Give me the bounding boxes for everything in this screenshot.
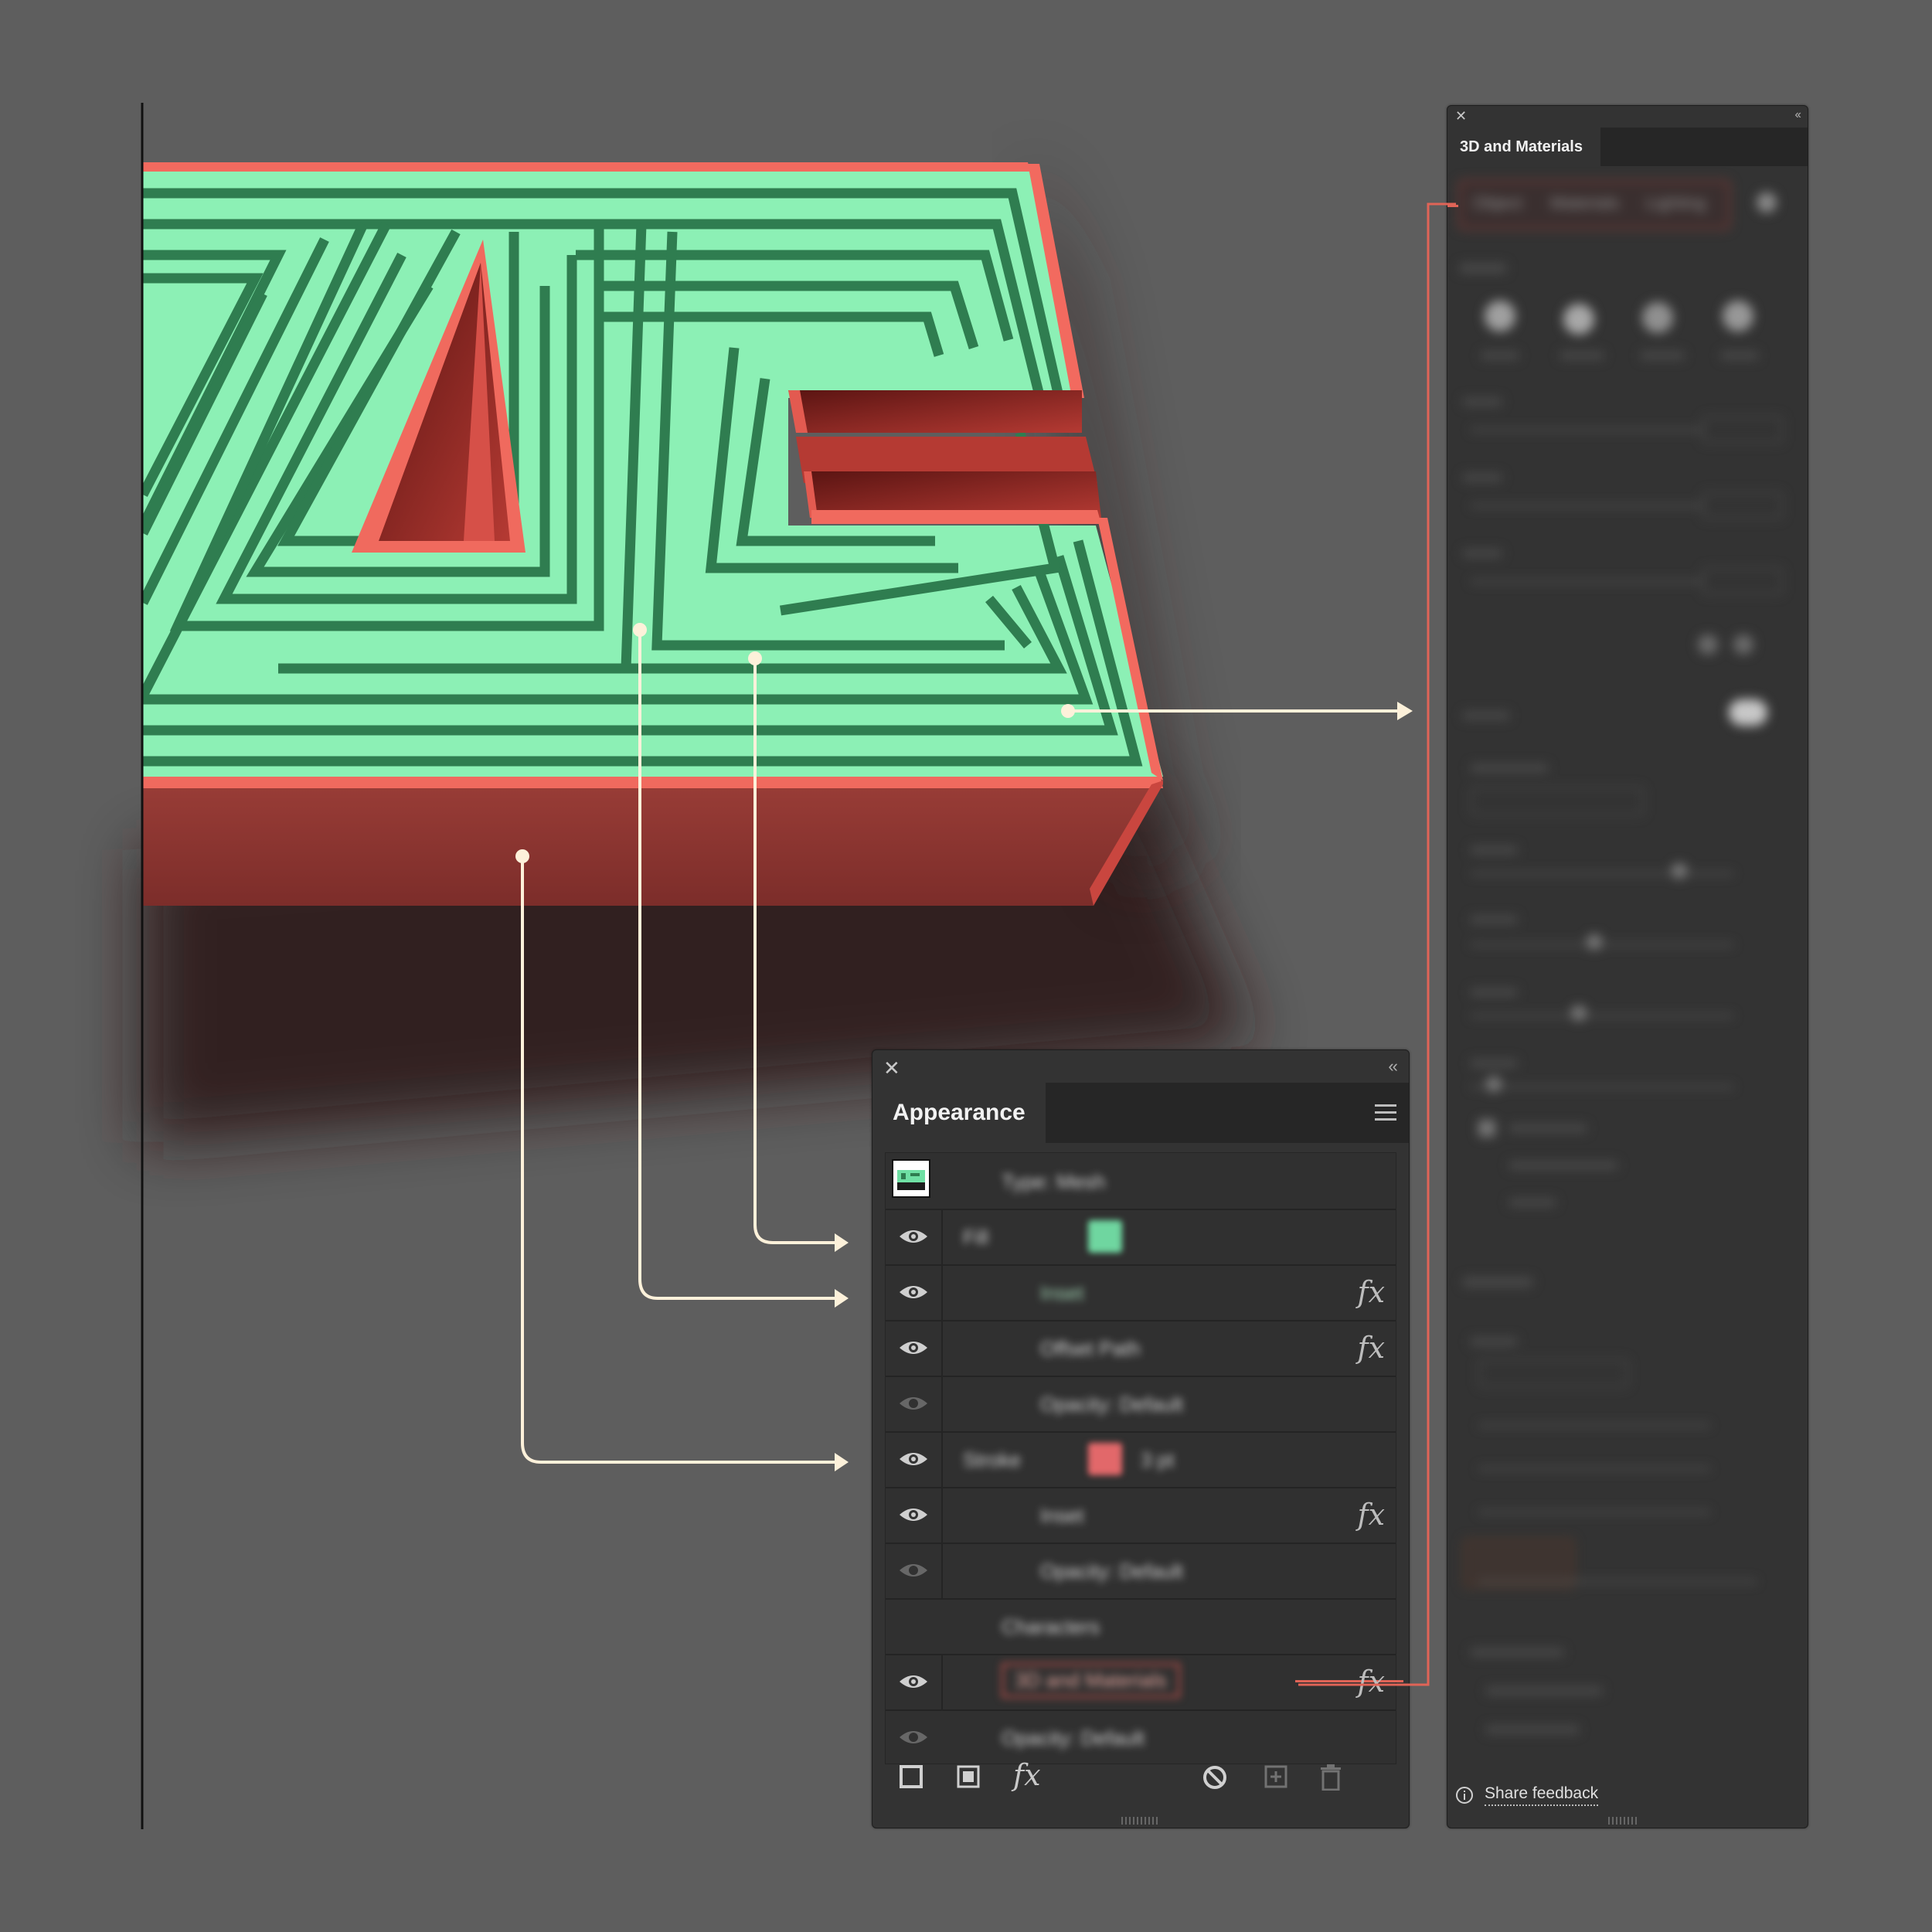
maze-slot-lower bbox=[804, 471, 1101, 524]
3d-tab-lighting[interactable]: Lighting bbox=[1646, 193, 1706, 213]
render-icon[interactable] bbox=[1757, 192, 1777, 213]
appearance-row-fill-inset[interactable]: Inset fx bbox=[886, 1264, 1396, 1321]
callout-dot-3d bbox=[1061, 704, 1075, 718]
eye-icon-dim[interactable] bbox=[896, 1560, 930, 1581]
3d-tab-object[interactable]: Object bbox=[1473, 193, 1522, 213]
appearance-row-characters[interactable]: Characters bbox=[886, 1598, 1396, 1655]
eye-icon[interactable] bbox=[896, 1337, 930, 1359]
share-feedback-label: Share feedback bbox=[1485, 1784, 1599, 1806]
panel-tab-strip: 3D and Materials bbox=[1447, 128, 1808, 166]
callout-arrow-3d bbox=[1397, 702, 1413, 720]
callout-arrow-stroke bbox=[835, 1453, 849, 1471]
fill-color-swatch[interactable] bbox=[1088, 1220, 1122, 1253]
appearance-row-stroke[interactable]: Stroke 3 pt bbox=[886, 1431, 1396, 1488]
appearance-row-label: Opacity: Default bbox=[1002, 1726, 1145, 1750]
appearance-row-stroke-inset[interactable]: Inset fx bbox=[886, 1487, 1396, 1544]
resize-grip-icon[interactable] bbox=[1121, 1817, 1160, 1825]
delete-item-icon[interactable] bbox=[1319, 1764, 1342, 1791]
fx-icon[interactable]: fx bbox=[1358, 1275, 1386, 1309]
eye-icon[interactable] bbox=[896, 1448, 930, 1470]
appearance-row-label: Fill bbox=[963, 1226, 989, 1249]
add-stroke-icon[interactable] bbox=[899, 1764, 923, 1789]
appearance-list: Type: Mesh Fill Inset fx Offset Path fx … bbox=[885, 1152, 1403, 1764]
appearance-row-label: 3D and Materials bbox=[1002, 1663, 1180, 1698]
close-icon[interactable]: ✕ bbox=[883, 1058, 900, 1078]
appearance-row-offset-path[interactable]: Offset Path fx bbox=[886, 1320, 1396, 1377]
appearance-panel: ✕ ‹‹ Appearance Type: Mesh Fill Inset fx… bbox=[872, 1049, 1410, 1828]
callout-dot-stroke bbox=[515, 849, 529, 863]
eye-icon[interactable] bbox=[896, 1671, 930, 1692]
clear-appearance-icon[interactable] bbox=[1202, 1764, 1228, 1791]
appearance-row-label: Characters bbox=[1002, 1615, 1100, 1638]
callout-arrow-fill bbox=[835, 1233, 849, 1252]
appearance-row-label: Type: Mesh bbox=[1002, 1170, 1106, 1193]
appearance-row-label: Opacity: Default bbox=[1040, 1560, 1183, 1583]
callout-dot-inset bbox=[633, 623, 647, 637]
tab-appearance[interactable]: Appearance bbox=[872, 1083, 1046, 1143]
duplicate-item-icon[interactable] bbox=[1264, 1764, 1288, 1789]
collapse-icon[interactable]: ‹‹ bbox=[1388, 1058, 1398, 1075]
fx-icon[interactable]: fx bbox=[1358, 1665, 1386, 1699]
maze-slot-upper bbox=[788, 390, 1097, 483]
appearance-row-fill[interactable]: Fill bbox=[886, 1209, 1396, 1266]
resize-grip-icon[interactable] bbox=[1608, 1817, 1639, 1825]
appearance-row-label: Inset bbox=[1040, 1504, 1084, 1527]
info-icon bbox=[1456, 1787, 1473, 1804]
eye-icon-dim[interactable] bbox=[896, 1726, 930, 1748]
maze-front-face bbox=[143, 779, 1163, 906]
eye-icon[interactable] bbox=[896, 1281, 930, 1303]
stroke-weight-value[interactable]: 3 pt bbox=[1141, 1448, 1174, 1472]
share-feedback-link[interactable]: Share feedback bbox=[1455, 1784, 1599, 1806]
appearance-row-stroke-opacity[interactable]: Opacity: Default bbox=[886, 1543, 1396, 1600]
appearance-row-label: Stroke bbox=[963, 1448, 1022, 1471]
eye-icon[interactable] bbox=[896, 1504, 930, 1526]
3d-tab-materials[interactable]: Materials bbox=[1550, 193, 1619, 213]
tab-3d-and-materials[interactable]: 3D and Materials bbox=[1447, 128, 1600, 166]
3d-tab-row: Object Materials Lighting bbox=[1458, 180, 1730, 230]
appearance-row-label: Offset Path bbox=[1040, 1337, 1141, 1360]
3d-materials-panel: ✕ ‹‹ 3D and Materials Object Materials L… bbox=[1447, 105, 1808, 1828]
3d-panel-blurred-content: Object Materials Lighting bbox=[1447, 180, 1808, 1781]
eye-icon-dim[interactable] bbox=[896, 1393, 930, 1414]
panel-menu-icon[interactable] bbox=[1375, 1104, 1396, 1125]
link-line bbox=[1295, 1680, 1403, 1682]
add-fill-icon[interactable] bbox=[956, 1764, 981, 1789]
object-thumbnail-icon bbox=[892, 1159, 930, 1198]
appearance-row-fill-opacity[interactable]: Opacity: Default bbox=[886, 1376, 1396, 1433]
appearance-row-object[interactable]: Type: Mesh bbox=[886, 1153, 1396, 1210]
appearance-footer: fx bbox=[872, 1750, 1409, 1804]
panel-tab-strip: Appearance bbox=[872, 1083, 1409, 1143]
collapse-icon[interactable]: ‹‹ bbox=[1794, 109, 1801, 121]
close-icon[interactable]: ✕ bbox=[1455, 109, 1467, 123]
eye-icon[interactable] bbox=[896, 1226, 930, 1247]
add-effect-fx-icon[interactable]: fx bbox=[1013, 1758, 1041, 1792]
stroke-color-swatch[interactable] bbox=[1088, 1443, 1122, 1475]
appearance-row-label: Opacity: Default bbox=[1040, 1393, 1183, 1416]
link-line bbox=[1447, 205, 1458, 207]
callout-dot-fill bbox=[748, 651, 762, 665]
fx-icon[interactable]: fx bbox=[1358, 1498, 1386, 1532]
callout-arrow-inset bbox=[835, 1289, 849, 1308]
fx-icon[interactable]: fx bbox=[1358, 1331, 1386, 1365]
appearance-row-3d-materials[interactable]: 3D and Materials fx bbox=[886, 1654, 1403, 1711]
appearance-row-label: Inset bbox=[1040, 1281, 1084, 1304]
